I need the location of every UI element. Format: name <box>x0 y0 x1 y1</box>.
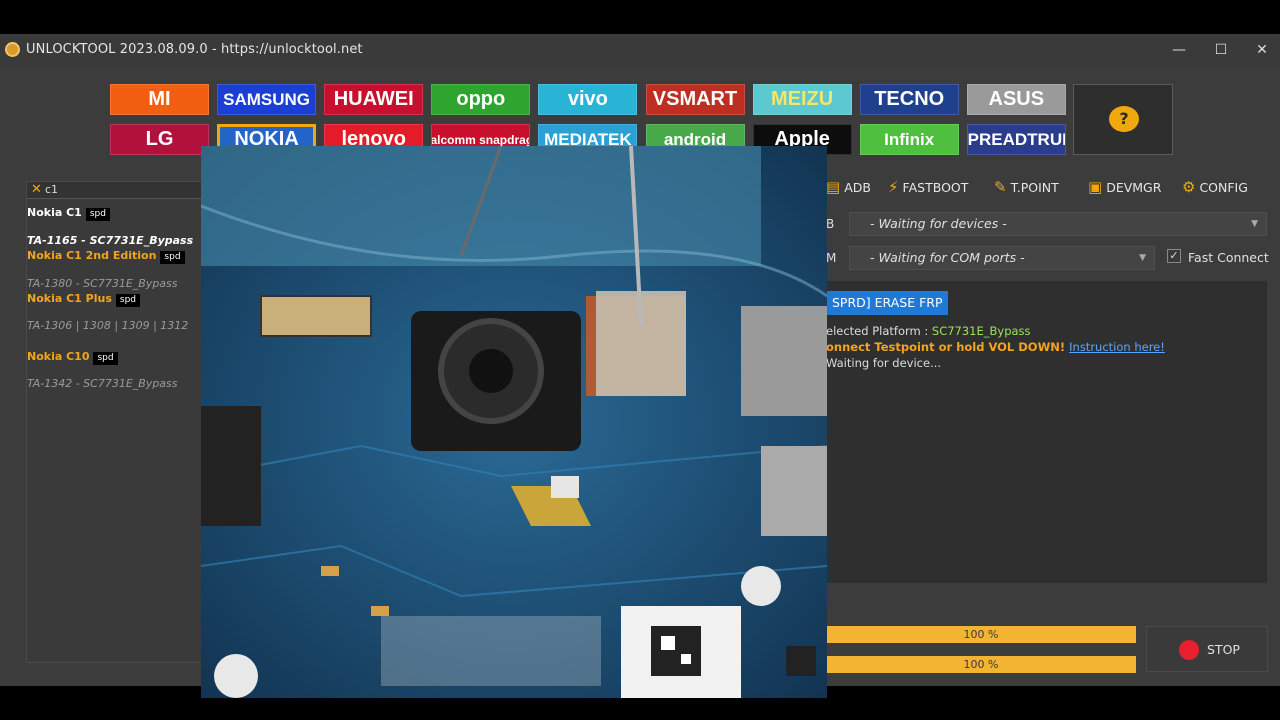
adb-icon: ▤ <box>826 178 841 196</box>
brand-asus-button[interactable]: ASUS <box>966 84 1066 115</box>
config-icon: ⚙ <box>1182 178 1196 196</box>
chipset-badge: spd <box>85 208 110 221</box>
window-title: UNLOCKTOOL 2023.08.09.0 - https://unlock… <box>26 42 363 57</box>
brand-lg-button[interactable]: LG <box>110 124 209 155</box>
model-variant-item[interactable]: TA-1380 - SC7731E_Bypass <box>27 277 178 290</box>
com-label: M <box>826 251 837 265</box>
brand-infinix-button[interactable]: Infinix <box>859 124 959 155</box>
brand-oppo-label: oppo <box>456 88 506 110</box>
stop-button[interactable]: STOP <box>1146 626 1268 672</box>
fast-connect-label: Fast Connect <box>1188 250 1269 265</box>
adb-tab[interactable]: ▤ ADB <box>826 176 871 198</box>
model-item[interactable]: Nokia C1 2nd Edition spd <box>27 249 185 264</box>
help-icon: ? <box>1109 106 1139 132</box>
chipset-badge: spd <box>115 294 140 307</box>
circuit-board-image <box>201 146 827 698</box>
title-bar: UNLOCKTOOL 2023.08.09.0 - https://unlock… <box>0 34 1280 66</box>
brand-qualcomm-label: Qualcomm snapdragon <box>431 132 529 147</box>
fast-connect-checkbox[interactable]: ✓ <box>1167 249 1181 263</box>
model-variant-item[interactable]: TA-1342 - SC7731E_Bypass <box>27 377 178 390</box>
instruction-link[interactable]: Instruction here! <box>1069 340 1165 354</box>
devmgr-tab[interactable]: ▣ DEVMGR <box>1088 176 1161 198</box>
model-item[interactable]: Nokia C10 spd <box>27 350 118 365</box>
search-box[interactable]: ✕ c1 <box>27 182 203 199</box>
brand-huawei-button[interactable]: HUAWEI <box>324 84 424 115</box>
model-list-panel: ✕ c1 Nokia C1 spd TA-1165 - SC7731E_Bypass… <box>26 181 203 663</box>
brand-tecno-button[interactable]: TECNO <box>859 84 959 115</box>
model-label: TA-1342 - SC7731E_Bypass <box>27 377 178 390</box>
app-logo-icon <box>5 42 20 57</box>
log-line-testpoint: onnect Testpoint or hold VOL DOWN! Instr… <box>826 340 1165 354</box>
devmgr-icon: ▣ <box>1088 178 1103 196</box>
circuit-board-photo <box>201 146 827 698</box>
brand-vivo-button[interactable]: vivo <box>538 84 638 115</box>
usb-device-value: - Waiting for devices - <box>870 216 1007 231</box>
model-label: Nokia C1 2nd Edition <box>27 249 157 262</box>
adb-label: ADB <box>844 179 871 195</box>
stop-icon <box>1179 640 1199 660</box>
search-input[interactable]: c1 <box>45 183 58 196</box>
chipset-badge: spd <box>93 352 118 365</box>
brand-vsmart-label: VSMART <box>652 88 738 110</box>
brand-samsung-label: SAMSUNG <box>223 89 311 109</box>
tpoint-tab[interactable]: ✎ T.POINT <box>994 176 1059 198</box>
model-label: Nokia C10 <box>27 350 90 363</box>
log-line-platform: elected Platform : SC7731E_Bypass <box>826 324 1031 338</box>
model-variant-item[interactable]: TA-1165 - SC7731E_Bypass <box>27 234 193 247</box>
brand-huawei-label: HUAWEI <box>333 88 414 110</box>
log-platform-value: SC7731E_Bypass <box>931 324 1031 338</box>
model-item[interactable]: Nokia C1 Plus spd <box>27 292 140 307</box>
brand-asus-label: ASUS <box>988 88 1045 110</box>
brand-samsung-button[interactable]: SAMSUNG <box>217 84 317 115</box>
usb-device-select[interactable]: - Waiting for devices - ▼ <box>849 212 1267 236</box>
brand-meizu-label: MEIZU <box>770 88 834 110</box>
progress-bar-1: 100 % <box>826 626 1136 643</box>
log-platform-label: elected Platform : <box>826 324 932 338</box>
help-button[interactable]: ? <box>1073 84 1173 155</box>
usb-label: B <box>826 217 835 231</box>
model-item[interactable]: Nokia C1 spd <box>27 206 110 221</box>
model-label: TA-1380 - SC7731E_Bypass <box>27 277 178 290</box>
fastboot-label: FASTBOOT <box>902 179 969 195</box>
config-label: CONFIG <box>1199 179 1248 195</box>
tpoint-icon: ✎ <box>994 178 1007 196</box>
chipset-badge: spd <box>160 251 185 264</box>
fastboot-tab[interactable]: ⚡ FASTBOOT <box>888 176 968 198</box>
brand-meizu-button[interactable]: MEIZU <box>752 84 852 115</box>
fastboot-icon: ⚡ <box>888 178 899 196</box>
tpoint-label: T.POINT <box>1010 179 1059 195</box>
model-label: TA-1306 | 1308 | 1309 | 1312 <box>27 319 189 332</box>
config-tab[interactable]: ⚙ CONFIG <box>1182 176 1248 198</box>
brand-mi-button[interactable]: MI <box>110 84 209 115</box>
brand-lg-label: LG <box>145 128 174 150</box>
model-label: Nokia C1 <box>27 206 82 219</box>
devmgr-label: DEVMGR <box>1106 179 1162 195</box>
log-line-waiting: Waiting for device... <box>826 356 942 370</box>
brand-vsmart-button[interactable]: VSMART <box>645 84 745 115</box>
brand-oppo-button[interactable]: oppo <box>431 84 531 115</box>
close-button[interactable]: ✕ <box>1247 40 1277 60</box>
stop-label: STOP <box>1207 642 1240 657</box>
chevron-down-icon: ▼ <box>1251 219 1258 229</box>
brand-mi-label: MI <box>148 88 171 110</box>
model-variant-item[interactable]: TA-1306 | 1308 | 1309 | 1312 <box>27 319 188 332</box>
model-label: TA-1165 - SC7731E_Bypass <box>27 234 194 247</box>
com-port-select[interactable]: - Waiting for COM ports - ▼ <box>849 246 1155 270</box>
model-label: Nokia C1 Plus <box>27 292 112 305</box>
operation-chip[interactable]: SPRD] ERASE FRP <box>826 291 949 315</box>
com-port-value: - Waiting for COM ports - <box>870 250 1025 265</box>
maximize-button[interactable]: ☐ <box>1206 40 1236 60</box>
brand-infinix-label: Infinix <box>884 129 935 149</box>
brand-spreadtrum-button[interactable]: SPREADTRUM <box>966 124 1066 155</box>
chevron-down-icon: ▼ <box>1139 253 1146 263</box>
log-testpoint-text: onnect Testpoint or hold VOL DOWN! <box>826 340 1070 354</box>
brand-spreadtrum-label: SPREADTRUM <box>967 129 1065 149</box>
progress-bar-2: 100 % <box>826 656 1136 673</box>
minimize-button[interactable]: — <box>1164 40 1194 60</box>
brand-vivo-label: vivo <box>567 88 608 110</box>
clear-search-icon[interactable]: ✕ <box>31 182 42 197</box>
brand-tecno-label: TECNO <box>874 88 945 110</box>
